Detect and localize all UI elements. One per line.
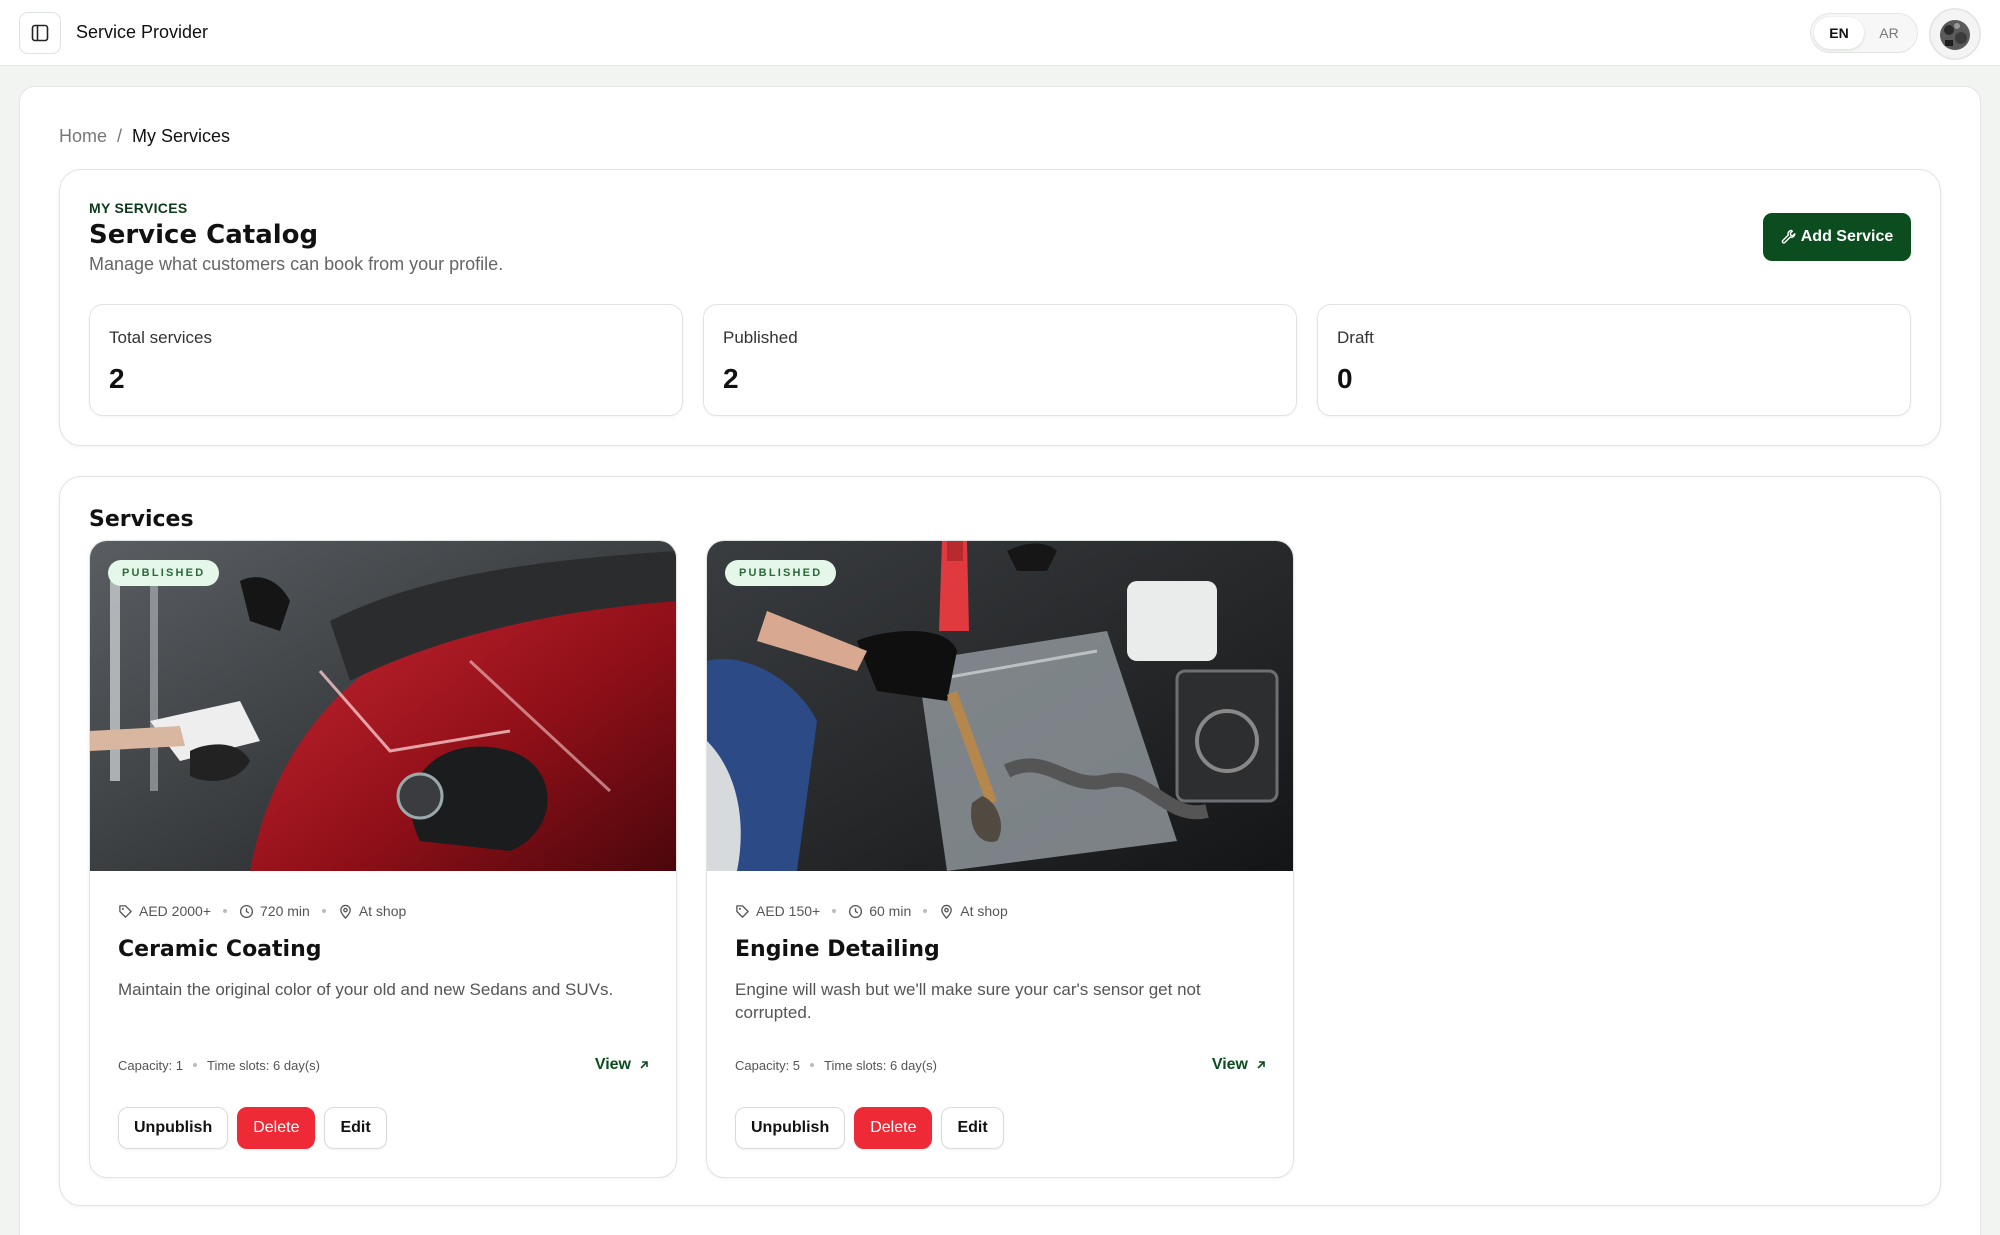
service-footer: Capacity: 5 Time slots: 6 day(s) View xyxy=(735,1056,1267,1074)
service-image xyxy=(90,541,676,871)
stat-label: Total services xyxy=(109,328,212,347)
meta-separator xyxy=(321,909,326,913)
service-time-slots: Time slots: 6 day(s) xyxy=(824,1057,937,1073)
sidebar-toggle-button[interactable] xyxy=(19,12,61,54)
view-label: View xyxy=(594,1056,631,1073)
page-title: Service Catalog xyxy=(89,220,319,250)
pin-icon xyxy=(941,904,953,919)
breadcrumb-separator: / xyxy=(117,126,123,146)
meta-separator xyxy=(810,1063,815,1067)
service-meta: AED 2000+ 720 min At shop xyxy=(118,903,406,919)
service-location: At shop xyxy=(960,903,1008,919)
service-image xyxy=(707,541,1293,871)
service-name: Engine Detailing xyxy=(735,937,940,962)
service-capacity: Capacity: 1 xyxy=(118,1057,184,1073)
stat-published: Published 2 xyxy=(703,304,1297,416)
meta-separator xyxy=(832,909,837,913)
sidebar-toggle-icon xyxy=(31,24,49,42)
meta-separator xyxy=(923,909,928,913)
stat-draft: Draft 0 xyxy=(1317,304,1911,416)
language-switch: EN AR xyxy=(1810,13,1918,53)
breadcrumb: Home / My Services xyxy=(59,126,230,147)
add-service-button[interactable]: Add Service xyxy=(1763,213,1911,261)
meta-separator xyxy=(193,1063,198,1067)
service-name: Ceramic Coating xyxy=(118,937,322,962)
stat-value: 2 xyxy=(109,363,125,394)
stat-value: 0 xyxy=(1337,363,1353,394)
clock-icon xyxy=(239,904,254,918)
unpublish-button[interactable]: Unpublish xyxy=(118,1107,229,1149)
page-subtitle: Manage what customers can book from your… xyxy=(89,254,504,274)
avatar[interactable] xyxy=(1929,8,1981,60)
pin-icon xyxy=(339,904,351,919)
stat-label: Published xyxy=(723,328,798,347)
service-actions: Unpublish Delete Edit xyxy=(118,1107,387,1149)
services-card: Services PUBLISHED AED 2000+ 720 min At … xyxy=(59,476,1941,1206)
stat-total-services: Total services 2 xyxy=(89,304,683,416)
service-actions: Unpublish Delete Edit xyxy=(735,1107,1004,1149)
clock-icon xyxy=(849,904,863,918)
breadcrumb-home-link[interactable]: Home xyxy=(59,126,107,147)
service-description: Maintain the original color of your old … xyxy=(118,980,614,999)
view-service-link[interactable]: View xyxy=(595,1056,650,1074)
wrench-icon xyxy=(1781,229,1796,244)
unpublish-button[interactable]: Unpublish xyxy=(735,1107,846,1149)
service-location: At shop xyxy=(358,903,407,919)
view-service-link[interactable]: View xyxy=(1212,1056,1267,1074)
service-duration: 60 min xyxy=(869,903,912,919)
service-card-ceramic-coating: PUBLISHED AED 2000+ 720 min At shop Cera… xyxy=(89,540,677,1178)
lang-en-button[interactable]: EN xyxy=(1814,17,1864,49)
catalog-header-card: MY SERVICES Service Catalog Manage what … xyxy=(59,169,1941,446)
status-badge: PUBLISHED xyxy=(725,560,837,586)
top-bar: Service Provider EN AR xyxy=(0,0,2000,66)
breadcrumb-current: My Services xyxy=(132,126,231,146)
edit-button[interactable]: Edit xyxy=(324,1107,387,1149)
add-service-label: Add Service xyxy=(1800,228,1894,245)
app-title: Service Provider xyxy=(76,22,209,42)
stat-label: Draft xyxy=(1337,328,1374,347)
service-price: AED 150+ xyxy=(756,903,821,919)
delete-button[interactable]: Delete xyxy=(237,1107,316,1149)
service-duration: 720 min xyxy=(260,903,310,919)
service-time-slots: Time slots: 6 day(s) xyxy=(207,1057,320,1073)
service-footer: Capacity: 1 Time slots: 6 day(s) View xyxy=(118,1056,650,1074)
service-description: Engine will wash but we'll make sure you… xyxy=(735,980,1201,1022)
delete-button[interactable]: Delete xyxy=(854,1107,933,1149)
service-capacity: Capacity: 5 xyxy=(735,1057,801,1073)
services-title: Services xyxy=(89,507,194,532)
status-badge: PUBLISHED xyxy=(108,560,220,586)
section-eyebrow: MY SERVICES xyxy=(89,200,188,216)
edit-button[interactable]: Edit xyxy=(941,1107,1004,1149)
view-label: View xyxy=(1211,1056,1248,1073)
tag-icon xyxy=(119,904,132,918)
meta-separator xyxy=(223,909,227,913)
tag-icon xyxy=(736,904,749,918)
arrow-up-right-icon xyxy=(1257,1061,1265,1069)
arrow-up-right-icon xyxy=(640,1061,648,1069)
lang-ar-button[interactable]: AR xyxy=(1864,17,1914,49)
service-price: AED 2000+ xyxy=(139,903,211,919)
service-card-engine-detailing: PUBLISHED AED 150+ 60 min At shop Engine… xyxy=(706,540,1294,1178)
service-meta: AED 150+ 60 min At shop xyxy=(735,903,1008,919)
stat-value: 2 xyxy=(723,363,739,394)
